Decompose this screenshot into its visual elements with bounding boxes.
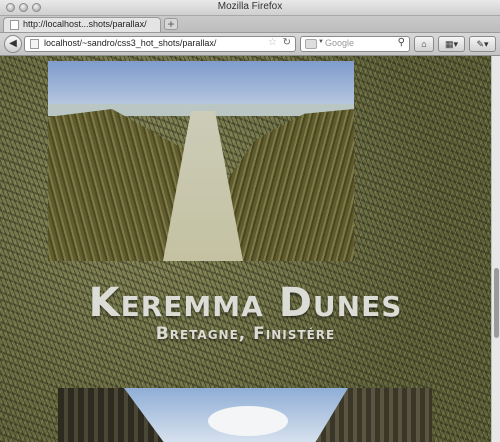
page-title: Keremma Dunes <box>88 280 403 326</box>
title-bar: Mozilla Firefox <box>0 0 500 16</box>
search-input[interactable]: Google <box>325 38 354 48</box>
tab-strip: http://localhost...shots/parallax/ + <box>0 16 500 33</box>
street-photo <box>58 388 432 442</box>
navigation-bar: ◀ localhost/~sandro/css3_hot_shots/paral… <box>0 33 500 56</box>
page-icon <box>10 20 19 30</box>
tab-label: http://localhost...shots/parallax/ <box>23 19 147 29</box>
bookmark-star-icon[interactable]: ☆ <box>268 37 277 48</box>
browser-window: Mozilla Firefox http://localhost...shots… <box>0 0 500 442</box>
page-icon <box>30 39 39 49</box>
address-bar[interactable]: localhost/~sandro/css3_hot_shots/paralla… <box>24 36 296 52</box>
reload-icon[interactable]: ↻ <box>283 37 291 48</box>
dunes-photo <box>48 61 354 261</box>
window-title: Mozilla Firefox <box>217 1 283 12</box>
search-bar[interactable]: ▼ Google ⚲ <box>300 36 410 52</box>
new-tab-button[interactable]: + <box>164 18 178 30</box>
page-content: Keremma Dunes Bretagne, Finistére <box>0 56 491 442</box>
search-engine-icon[interactable] <box>305 39 317 49</box>
url-text[interactable]: localhost/~sandro/css3_hot_shots/paralla… <box>44 38 216 48</box>
home-button[interactable]: ⌂ <box>414 36 434 52</box>
search-icon[interactable]: ⚲ <box>398 37 405 48</box>
chevron-down-icon[interactable]: ▼ <box>318 39 324 45</box>
bookmarks-menu-button[interactable]: ▦▾ <box>438 36 465 52</box>
scrollbar-thumb[interactable] <box>494 268 499 338</box>
tab-parallax[interactable]: http://localhost...shots/parallax/ <box>3 17 161 32</box>
tools-menu-button[interactable]: ✎▾ <box>469 36 496 52</box>
scrollbar[interactable] <box>491 56 500 442</box>
page-subtitle: Bretagne, Finistére <box>155 324 336 344</box>
back-button[interactable]: ◀ <box>4 35 22 53</box>
